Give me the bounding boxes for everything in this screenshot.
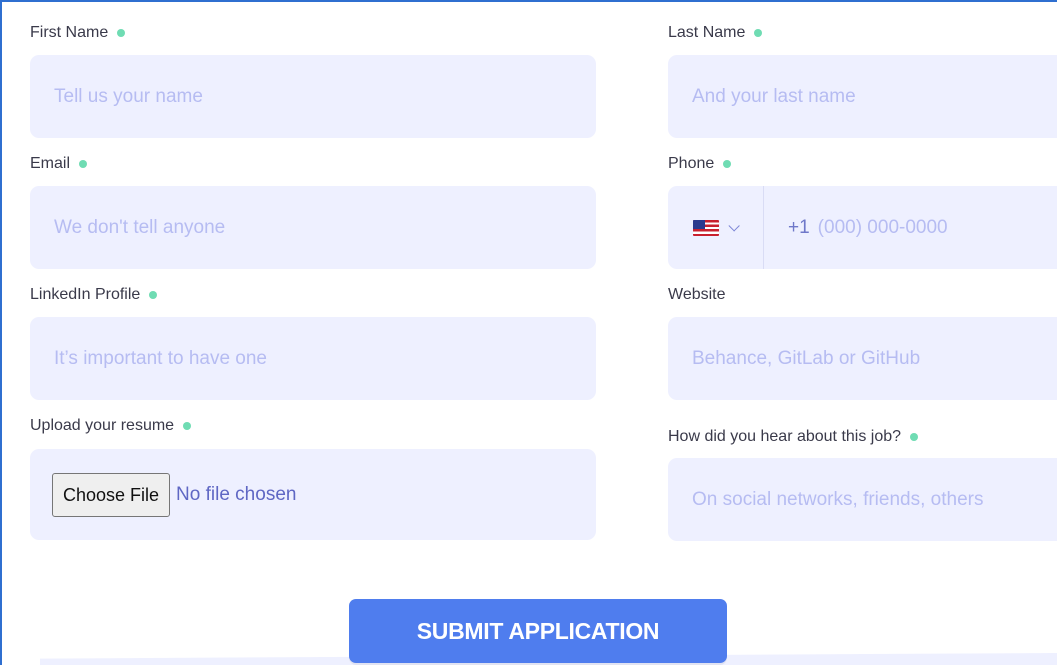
file-status: No file chosen — [176, 483, 297, 505]
last-name-label-text: Last Name — [668, 24, 746, 41]
email-placeholder: We don't tell anyone — [54, 216, 226, 238]
last-name-placeholder: And your last name — [692, 85, 856, 107]
website-field[interactable]: Behance, GitLab or GitHub — [668, 317, 1057, 400]
required-indicator — [79, 160, 88, 168]
linkedin-placeholder: It’s important to have one — [54, 347, 267, 369]
source-field[interactable]: On social networks, friends, others — [668, 458, 1057, 541]
chevron-down-icon — [728, 219, 740, 232]
website-label-text: Website — [668, 286, 726, 303]
us-flag-icon — [693, 219, 719, 236]
phone-placeholder: (000) 000-0000 — [817, 216, 948, 238]
required-indicator — [149, 291, 158, 299]
phone-input[interactable]: +1 (000) 000-0000 — [764, 217, 948, 239]
resume-label: Upload your resume — [30, 417, 192, 435]
country-code-select[interactable] — [668, 186, 764, 269]
website-placeholder: Behance, GitLab or GitHub — [692, 347, 921, 369]
required-indicator — [117, 29, 126, 37]
linkedin-label: LinkedIn Profile — [30, 286, 158, 304]
required-indicator — [754, 29, 763, 37]
first-name-label: First Name — [30, 24, 126, 42]
phone-label: Phone — [668, 155, 732, 173]
choose-file-button[interactable]: Choose File — [52, 472, 171, 517]
resume-label-text: Upload your resume — [30, 417, 175, 434]
first-name-field[interactable]: Tell us your name — [30, 55, 596, 138]
phone-label-text: Phone — [668, 155, 715, 172]
phone-field: +1 (000) 000-0000 — [668, 186, 1057, 269]
first-name-label-text: First Name — [30, 24, 109, 41]
first-name-placeholder: Tell us your name — [54, 85, 203, 107]
linkedin-field[interactable]: It’s important to have one — [30, 317, 596, 400]
required-indicator — [723, 160, 732, 168]
source-label: How did you hear about this job? — [668, 428, 919, 446]
source-placeholder: On social networks, friends, others — [692, 488, 984, 510]
source-label-text: How did you hear about this job? — [668, 428, 902, 445]
email-label-text: Email — [30, 155, 71, 172]
phone-prefix: +1 — [788, 216, 810, 238]
required-indicator — [183, 422, 192, 430]
linkedin-label-text: LinkedIn Profile — [30, 286, 141, 303]
required-indicator — [910, 433, 919, 441]
website-label: Website — [668, 286, 726, 304]
resume-upload-field: Choose File No file chosen — [30, 449, 596, 540]
email-label: Email — [30, 155, 88, 173]
application-form: First Name Tell us your name Last Name A… — [0, 0, 1057, 665]
submit-application-button[interactable]: SUBMIT APPLICATION — [349, 599, 727, 663]
email-field[interactable]: We don't tell anyone — [30, 186, 596, 269]
last-name-field[interactable]: And your last name — [668, 55, 1057, 138]
last-name-label: Last Name — [668, 24, 763, 42]
